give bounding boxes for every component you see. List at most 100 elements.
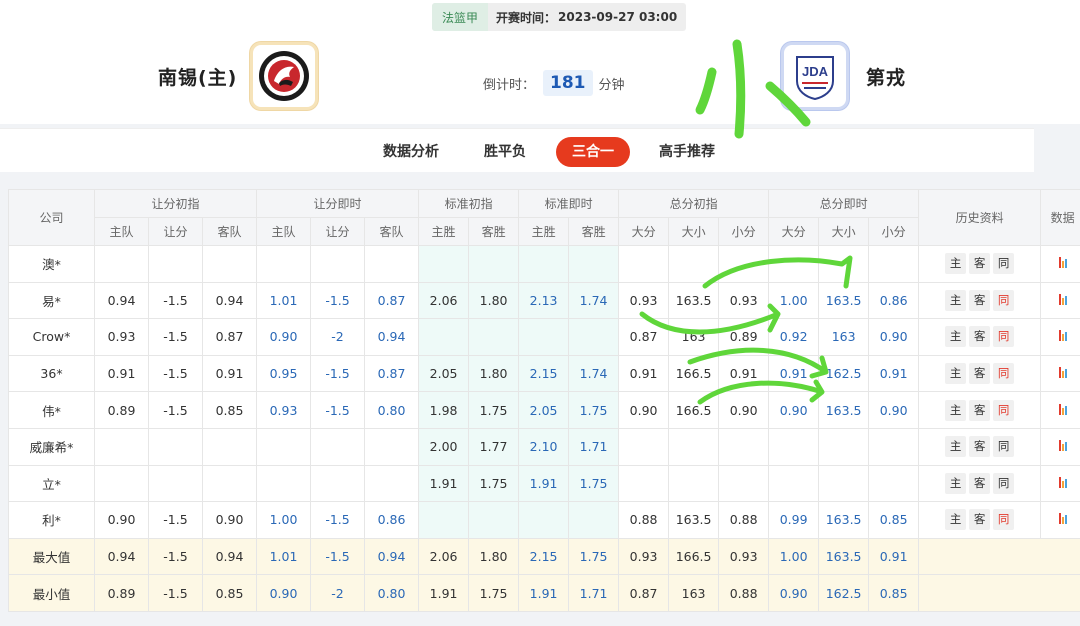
handicap-init-cell: -1.5 xyxy=(148,281,203,320)
data-chart-cell[interactable] xyxy=(1040,427,1080,466)
history-same-button[interactable]: 同 xyxy=(993,436,1015,458)
history-home-button[interactable]: 主 xyxy=(945,363,967,385)
total-live-cell: 0.90 xyxy=(768,574,820,612)
standard-live-cell: 1.74 xyxy=(568,354,620,393)
kickoff-value: 2023-09-27 03:00 xyxy=(558,10,678,24)
col-sub: 大小 xyxy=(818,217,870,246)
col-sub: 小分 xyxy=(868,217,920,246)
col-history: 历史资料 xyxy=(918,189,1042,246)
bar-chart-icon[interactable] xyxy=(1058,293,1067,305)
bar-chart-icon-bar xyxy=(1064,332,1067,342)
col-sub: 主胜 xyxy=(518,217,570,246)
bar-chart-icon[interactable] xyxy=(1058,476,1067,488)
away-logo-text: JDA xyxy=(802,64,829,79)
handicap-live-cell xyxy=(310,427,366,466)
standard-live-cell: 2.13 xyxy=(518,281,570,320)
history-cell: 主客同 xyxy=(918,245,1042,283)
standard-live-cell: 1.75 xyxy=(568,537,620,576)
standard-live-cell: 1.71 xyxy=(568,574,620,612)
handicap-init-cell: 0.85 xyxy=(201,574,258,612)
handicap-init-cell xyxy=(94,245,149,283)
standard-init-cell xyxy=(418,501,470,539)
total-init-cell xyxy=(618,427,670,466)
standard-live-cell xyxy=(568,318,620,356)
history-same-button[interactable]: 同 xyxy=(993,326,1015,348)
history-same-button[interactable]: 同 xyxy=(993,289,1015,311)
history-home-button[interactable]: 主 xyxy=(945,289,967,311)
data-chart-cell[interactable] xyxy=(1040,391,1080,429)
company-name: 立* xyxy=(8,464,95,503)
handicap-init-cell: -1.5 xyxy=(148,501,203,539)
league-tag[interactable]: 法篮甲 xyxy=(432,3,489,31)
table-row: 澳* 主客同 xyxy=(8,245,1080,283)
history-home-button[interactable]: 主 xyxy=(945,472,967,494)
handicap-init-cell: 0.91 xyxy=(94,354,149,393)
history-away-button[interactable]: 客 xyxy=(969,472,991,494)
bar-chart-icon[interactable] xyxy=(1058,256,1067,269)
history-away-button[interactable]: 客 xyxy=(969,363,991,385)
history-away-button[interactable]: 客 xyxy=(969,399,991,421)
total-live-cell: 0.86 xyxy=(868,281,920,320)
company-name: 最大值 xyxy=(8,537,95,576)
history-same-button[interactable]: 同 xyxy=(993,472,1015,494)
data-chart-cell[interactable] xyxy=(1040,281,1080,320)
handicap-live-cell: 0.95 xyxy=(256,354,312,393)
table-row: 威廉希* 2.00 1.77 2.10 1.71 主客同 xyxy=(8,427,1080,466)
handicap-init-cell: -1.5 xyxy=(148,391,203,429)
bar-chart-icon[interactable] xyxy=(1058,366,1067,379)
standard-init-cell: 2.06 xyxy=(418,537,470,576)
data-chart-cell[interactable] xyxy=(1040,464,1080,503)
standard-init-cell: 1.75 xyxy=(468,464,520,503)
history-away-button[interactable]: 客 xyxy=(969,436,991,458)
bar-chart-icon[interactable] xyxy=(1058,329,1067,342)
away-team-logo[interactable]: JDA xyxy=(781,42,849,110)
away-team-name[interactable]: 第戎 xyxy=(866,63,906,90)
company-name: 伟* xyxy=(8,391,95,429)
total-live-cell: 1.00 xyxy=(768,537,820,576)
company-name: 利* xyxy=(8,501,95,539)
history-away-button[interactable]: 客 xyxy=(969,289,991,311)
data-chart-cell[interactable] xyxy=(1040,501,1080,539)
col-sub: 客队 xyxy=(201,217,258,246)
home-team-logo[interactable] xyxy=(250,42,318,110)
col-sub: 小分 xyxy=(718,217,770,246)
standard-live-cell xyxy=(518,245,570,283)
standard-init-cell: 1.77 xyxy=(468,427,520,466)
history-same-button[interactable]: 同 xyxy=(993,253,1015,275)
history-home-button[interactable]: 主 xyxy=(945,399,967,421)
tab-three-in-one[interactable]: 三合一 xyxy=(556,137,630,167)
standard-init-cell: 2.00 xyxy=(418,427,470,466)
history-same-button[interactable]: 同 xyxy=(993,509,1015,531)
stat-row: 最大值 0.94 -1.5 0.94 1.01 -1.5 0.94 2.06 1.80 2.15 1… xyxy=(8,537,1080,576)
history-same-button[interactable]: 同 xyxy=(993,363,1015,385)
bar-chart-icon[interactable] xyxy=(1058,512,1067,525)
history-home-button[interactable]: 主 xyxy=(945,326,967,348)
bar-chart-icon-bar xyxy=(1061,444,1064,452)
history-home-button[interactable]: 主 xyxy=(945,509,967,531)
handicap-live-cell: -1.5 xyxy=(310,501,366,539)
history-home-button[interactable]: 主 xyxy=(945,253,967,275)
history-home-button[interactable]: 主 xyxy=(945,436,967,458)
data-chart-cell[interactable] xyxy=(1040,245,1080,283)
history-away-button[interactable]: 客 xyxy=(969,253,991,275)
history-same-button[interactable]: 同 xyxy=(993,399,1015,421)
data-chart-cell[interactable] xyxy=(1040,318,1080,356)
history-away-button[interactable]: 客 xyxy=(969,326,991,348)
history-away-button[interactable]: 客 xyxy=(969,509,991,531)
bar-chart-icon[interactable] xyxy=(1058,439,1067,452)
data-chart-cell[interactable] xyxy=(1040,354,1080,393)
standard-init-cell: 1.91 xyxy=(418,574,470,612)
handicap-live-cell xyxy=(256,245,312,283)
tab-win-draw-lose[interactable]: 胜平负 xyxy=(484,137,526,167)
total-init-cell: 166.5 xyxy=(668,391,720,429)
tab-expert-picks[interactable]: 高手推荐 xyxy=(659,137,715,167)
total-init-cell xyxy=(668,464,720,503)
home-team-name[interactable]: 南锡(主) xyxy=(158,63,237,90)
total-init-cell: 0.87 xyxy=(618,318,670,356)
bar-chart-icon[interactable] xyxy=(1058,403,1067,415)
tab-data-analysis[interactable]: 数据分析 xyxy=(383,137,439,167)
handicap-live-cell: -2 xyxy=(310,318,366,356)
handicap-live-cell: -1.5 xyxy=(310,391,366,429)
standard-init-cell: 2.06 xyxy=(418,281,470,320)
history-cell: 主客同 xyxy=(918,354,1042,393)
